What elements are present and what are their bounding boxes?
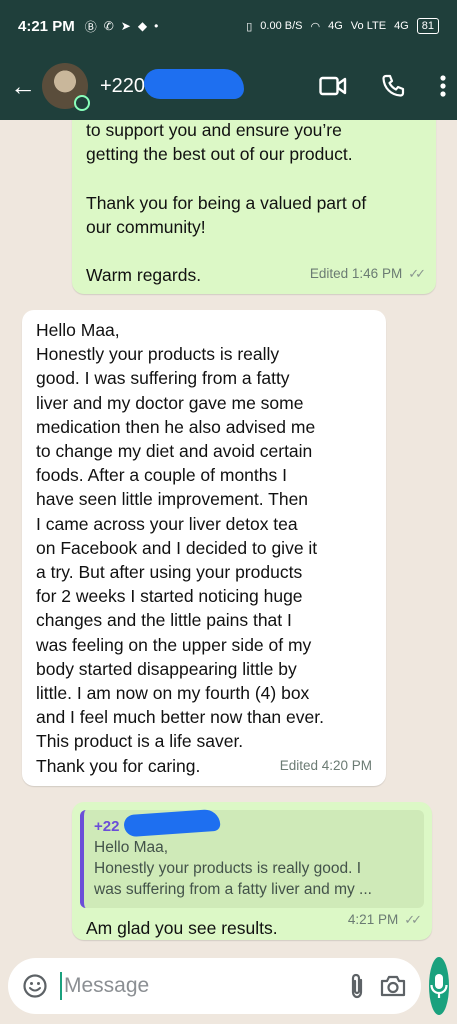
message-input[interactable] — [60, 972, 335, 1000]
message-text: Hello Maa, Honestly your products is rea… — [36, 320, 324, 776]
message-time: Edited 1:46 PM — [309, 265, 403, 281]
network-speed: 0.00 B/S — [260, 20, 303, 32]
more-options-icon[interactable] — [439, 74, 447, 98]
quoted-message[interactable]: +22 Hello Maa, Honestly your products is… — [80, 808, 424, 908]
chat-area[interactable]: to support you and ensure you’re getting… — [0, 120, 457, 948]
telegram-icon: ➤ — [120, 19, 131, 33]
quoted-text: Hello Maa, Honestly your products is rea… — [94, 839, 372, 898]
emoji-icon[interactable] — [22, 973, 48, 999]
chat-header: ← +220 7 — [0, 52, 457, 120]
microphone-icon — [430, 974, 448, 998]
signal-1: 4G — [328, 20, 343, 32]
bubble-icon: ◆ — [137, 19, 148, 33]
message-bubble-incoming[interactable]: Hello Maa, Honestly your products is rea… — [22, 310, 386, 786]
message-bubble-outgoing-reply[interactable]: +22 Hello Maa, Honestly your products is… — [72, 802, 432, 940]
status-time: 4:21 PM — [18, 17, 75, 35]
message-meta: Edited 4:20 PM — [280, 754, 372, 778]
message-time: Edited 4:20 PM — [279, 757, 372, 773]
attach-icon[interactable] — [347, 972, 367, 1000]
voice-call-icon[interactable] — [381, 74, 405, 98]
back-arrow-icon[interactable]: ← — [10, 71, 38, 102]
read-ticks-icon: ✓✓ — [408, 265, 426, 281]
composer-box — [8, 958, 421, 1014]
battery-indicator: 81 — [416, 18, 439, 34]
signal-2: 4G — [394, 20, 409, 32]
camera-icon[interactable] — [379, 974, 407, 998]
redaction-mark — [123, 808, 221, 838]
status-ring-icon — [74, 95, 90, 111]
read-ticks-icon: ✓✓ — [404, 911, 422, 927]
b-icon: Ⓑ — [84, 19, 97, 34]
notification-icons: Ⓑ ✆ ➤ ◆ • — [85, 18, 159, 35]
message-meta: 4:21 PM ✓✓ — [347, 908, 422, 932]
redaction-mark — [144, 68, 244, 99]
status-bar: 4:21 PM Ⓑ ✆ ➤ ◆ • ▯ 0.00 B/S ◠ 4G Vo LTE… — [0, 0, 457, 52]
composer-bar — [0, 948, 457, 1024]
header-actions — [319, 74, 447, 98]
message-time: 4:21 PM — [347, 911, 399, 927]
mic-button[interactable] — [429, 957, 449, 1015]
wifi-icon: ◠ — [310, 20, 321, 33]
dot-icon: • — [154, 19, 159, 33]
message-meta: Edited 1:46 PM ✓✓ — [309, 262, 426, 286]
volte-label: Vo LTE — [350, 20, 387, 32]
quoted-sender: +22 — [94, 808, 416, 838]
vibrate-icon: ▯ — [246, 20, 253, 33]
video-call-icon[interactable] — [319, 75, 347, 97]
status-right: ▯ 0.00 B/S ◠ 4G Vo LTE 4G 81 — [246, 18, 439, 34]
avatar[interactable] — [42, 63, 90, 111]
message-bubble-outgoing[interactable]: to support you and ensure you’re getting… — [72, 120, 436, 294]
whatsapp-icon: ✆ — [103, 19, 114, 33]
contact-name[interactable]: +220 7 — [100, 68, 244, 99]
